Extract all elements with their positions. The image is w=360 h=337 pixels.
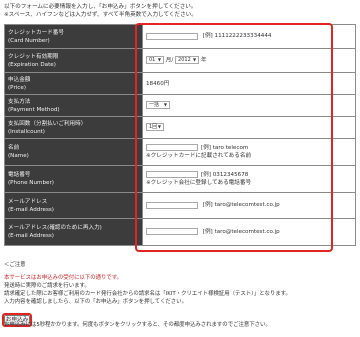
notes-title: ＜ご注意	[4, 262, 26, 268]
phone-label-jp: 電話番号	[8, 172, 31, 178]
row-name: 名前 (Name) [例] taro telecom ※クレジットカードに記載さ…	[4, 138, 356, 166]
expiration-label-en: (Expiration Date)	[8, 61, 56, 68]
email-label: メールアドレス (E-mail Address)	[4, 192, 143, 219]
row-price: 申込金額 (Price) 18460円	[4, 72, 356, 95]
chevron-down-icon: ▼	[192, 57, 197, 63]
row-card-number: クレジットカード番号 (Card Number) [例] 11112222333…	[4, 24, 356, 49]
price-label-jp: 申込金額	[8, 76, 31, 83]
price-cell: 18460円	[142, 72, 356, 95]
row-phone: 電話番号 (Phone Number) [例] 0312345678 ※クレジッ…	[4, 165, 356, 193]
installment-label-en: (Installcount)	[8, 128, 45, 135]
expiration-month-unit: 月/	[165, 57, 174, 64]
notes-warning: 本サービスはお申込みの受付に以下の通りです。	[4, 275, 123, 281]
email-hint: [例] taro@telecomtest.co.jp	[202, 202, 280, 209]
chevron-down-icon: ▼	[157, 57, 161, 63]
price-value: 18460円	[146, 80, 170, 87]
card-number-label-en: (Card Number)	[8, 37, 50, 44]
row-email: メールアドレス (E-mail Address) [例] taro@teleco…	[4, 192, 356, 219]
payment-method-select[interactable]: 一括 ▼	[146, 101, 170, 110]
email-confirm-cell: [例] taro@telecomtest.co.jp	[142, 218, 356, 246]
name-note: ※クレジットカードに記載されてある名前	[146, 153, 252, 160]
phone-cell: [例] 0312345678 ※クレジット会社に登録してある電話番号	[142, 165, 356, 193]
expiration-label: クレジット有効期限 (Expiration Date)	[4, 48, 143, 73]
payment-method-label-en: (Payment Method)	[8, 106, 60, 113]
expiration-year-select[interactable]: 2012 ▼	[175, 56, 200, 65]
installment-select[interactable]: 1回 ▼	[146, 123, 164, 132]
installment-label-jp: 支払回数（分割払いご利用時）	[8, 120, 87, 127]
intro-line-1: 以下のフォームに必要情報を入力し、「お申込み」ボタンを押してください。	[4, 4, 197, 10]
payment-method-label-jp: 支払方法	[8, 98, 31, 105]
email-confirm-hint: [例] taro@telecomtest.co.jp	[202, 228, 280, 235]
email-confirm-label-en: (E-mail Address)	[8, 233, 54, 239]
payment-method-value: 一括	[149, 102, 160, 109]
payment-method-label: 支払方法 (Payment Method)	[4, 94, 143, 117]
phone-hint: [例] 0312345678	[201, 171, 249, 178]
email-confirm-input[interactable]	[146, 228, 198, 236]
expiration-year-unit: 年	[200, 57, 207, 64]
expiration-year-value: 2012	[178, 57, 191, 64]
card-number-hint: [例] 1111222233334444	[202, 33, 272, 40]
card-number-input[interactable]	[146, 32, 198, 40]
email-confirm-label-jp: メールアドレス(確認のために再入力)	[8, 225, 102, 231]
card-number-label-jp: クレジットカード番号	[8, 29, 64, 36]
email-label-jp: メールアドレス	[8, 198, 48, 205]
email-cell: [例] taro@telecomtest.co.jp	[142, 192, 356, 219]
intro-line-2: ※スペース、ハイフンなどは入力せず、すべて半角英数で入力してください。	[4, 12, 197, 18]
name-hint: [例] taro telecom	[201, 144, 249, 151]
phone-note: ※クレジット会社に登録してある電話番号	[146, 180, 252, 187]
price-label: 申込金額 (Price)	[4, 72, 143, 95]
email-input[interactable]	[146, 201, 198, 209]
installment-value: 1回	[149, 124, 158, 131]
phone-label-en: (Phone Number)	[8, 180, 54, 186]
row-email-confirm: メールアドレス(確認のために再入力) (E-mail Address) [例] …	[4, 218, 356, 246]
expiration-month-select[interactable]: 01 ▼	[146, 56, 164, 65]
price-label-en: (Price)	[8, 84, 27, 91]
name-label-en: (Name)	[8, 153, 29, 159]
expiration-month-value: 01	[149, 57, 156, 64]
notes-line-1: 発送時に実際のご請求を行います。	[4, 283, 90, 289]
chevron-down-icon: ▼	[157, 124, 161, 130]
installment-label: 支払回数（分割払いご利用時） (Installcount)	[4, 116, 143, 139]
installment-cell: 1回 ▼	[142, 116, 356, 139]
notes-line-2: 請求確定した際にお客様ご利用のカード発行会社からの請求名は「IKIT・クリエイト…	[4, 291, 291, 297]
notes-bottom: お申込みには5秒程かかります。何度もボタンをクリックすると、その都度申込みされま…	[4, 322, 271, 328]
payment-method-cell: 一括 ▼	[142, 94, 356, 117]
name-label: 名前 (Name)	[4, 138, 143, 166]
expiration-cell: 01 ▼ 月/ 2012 ▼ 年	[142, 48, 356, 73]
notes-line-3: 入力内容を確認しましたら、以下の「お申込み」ボタンを押してください。	[4, 299, 187, 305]
row-expiration: クレジット有効期限 (Expiration Date) 01 ▼ 月/ 2012 ▼…	[4, 48, 356, 73]
email-label-en: (E-mail Address)	[8, 206, 54, 213]
email-confirm-label: メールアドレス(確認のために再入力) (E-mail Address)	[4, 218, 143, 246]
name-cell: [例] taro telecom ※クレジットカードに記載されてある名前	[142, 138, 356, 166]
payment-form-table: クレジットカード番号 (Card Number) [例] 11112222333…	[4, 24, 356, 246]
intro-text: 以下のフォームに必要情報を入力し、「お申込み」ボタンを押してください。 ※スペー…	[4, 3, 197, 19]
name-label-jp: 名前	[8, 145, 20, 151]
card-number-cell: [例] 1111222233334444	[142, 24, 356, 49]
chevron-down-icon: ▼	[163, 102, 167, 108]
row-installment: 支払回数（分割払いご利用時） (Installcount) 1回 ▼	[4, 116, 356, 139]
phone-label: 電話番号 (Phone Number)	[4, 165, 143, 193]
name-input[interactable]	[146, 144, 198, 152]
card-number-label: クレジットカード番号 (Card Number)	[4, 24, 143, 49]
phone-input[interactable]	[146, 171, 198, 179]
row-payment-method: 支払方法 (Payment Method) 一括 ▼	[4, 94, 356, 117]
expiration-label-jp: クレジット有効期限	[8, 53, 59, 60]
